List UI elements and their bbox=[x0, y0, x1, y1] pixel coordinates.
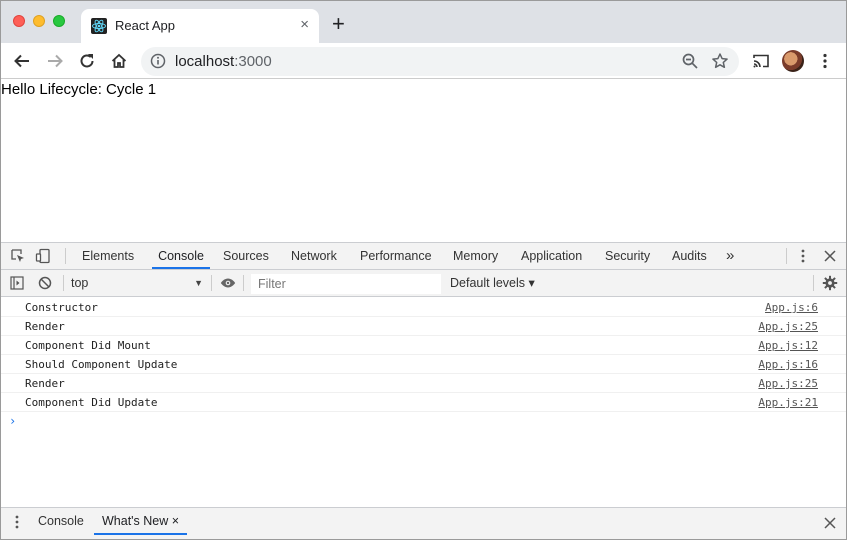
info-icon[interactable] bbox=[150, 53, 166, 74]
devtools-drawer: Console What's New × bbox=[1, 507, 846, 539]
device-toolbar-icon[interactable] bbox=[35, 248, 51, 264]
browser-toolbar: localhost:3000 bbox=[1, 43, 846, 79]
profile-avatar[interactable] bbox=[782, 50, 804, 72]
source-link[interactable]: App.js:12 bbox=[758, 339, 818, 352]
message-text: Component Did Mount bbox=[25, 339, 151, 352]
toolbar-divider bbox=[63, 275, 64, 291]
console-message: Render App.js:25 bbox=[1, 374, 846, 393]
console-toolbar: top ▼ Default levels ▾ bbox=[1, 270, 846, 297]
close-drawer-tab-icon[interactable]: × bbox=[172, 514, 179, 528]
react-logo-icon bbox=[91, 18, 107, 34]
tab-performance[interactable]: Performance bbox=[358, 243, 434, 269]
inspect-element-icon[interactable] bbox=[10, 248, 26, 264]
tab-network[interactable]: Network bbox=[289, 243, 339, 269]
tab-application[interactable]: Application bbox=[519, 243, 584, 269]
tab-title: React App bbox=[115, 18, 175, 33]
cast-icon bbox=[753, 54, 769, 68]
zoom-icon[interactable] bbox=[681, 52, 699, 75]
close-devtools-icon[interactable] bbox=[822, 248, 838, 264]
context-value: top bbox=[71, 276, 89, 290]
console-filter-input[interactable] bbox=[251, 274, 441, 294]
url-port: :3000 bbox=[234, 53, 272, 70]
drawer-tab-label: What's New bbox=[102, 514, 169, 528]
toolbar-divider bbox=[243, 275, 244, 291]
cast-button[interactable] bbox=[749, 49, 773, 73]
home-icon bbox=[111, 53, 127, 68]
page-viewport: Hello Lifecycle: Cycle 1 bbox=[1, 80, 846, 242]
console-prompt[interactable]: › bbox=[9, 414, 16, 428]
context-selector[interactable]: top ▼ bbox=[71, 274, 209, 293]
forward-arrow-icon bbox=[48, 54, 63, 68]
back-button[interactable] bbox=[10, 49, 34, 73]
reload-button[interactable] bbox=[75, 49, 99, 73]
tab-console[interactable]: Console bbox=[152, 243, 210, 269]
tab-strip: React App × + bbox=[1, 1, 846, 43]
new-tab-button[interactable]: + bbox=[332, 13, 345, 35]
tab-audits[interactable]: Audits bbox=[670, 243, 709, 269]
console-message: Should Component Update App.js:16 bbox=[1, 355, 846, 374]
tab-memory[interactable]: Memory bbox=[451, 243, 500, 269]
browser-tab[interactable]: React App × bbox=[81, 9, 319, 43]
kebab-menu-icon bbox=[823, 53, 827, 69]
console-message: Component Did Mount App.js:12 bbox=[1, 336, 846, 355]
forward-button[interactable] bbox=[43, 49, 67, 73]
message-text: Constructor bbox=[25, 301, 98, 314]
message-text: Should Component Update bbox=[25, 358, 178, 371]
toolbar-divider bbox=[65, 248, 66, 264]
toolbar-divider bbox=[813, 275, 814, 291]
close-window-button[interactable] bbox=[13, 15, 25, 27]
toolbar-divider bbox=[786, 248, 787, 264]
zoom-window-button[interactable] bbox=[53, 15, 65, 27]
source-link[interactable]: App.js:16 bbox=[758, 358, 818, 371]
console-settings-gear-icon[interactable] bbox=[822, 275, 838, 291]
drawer-tab-console[interactable]: Console bbox=[38, 508, 84, 535]
close-drawer-icon[interactable] bbox=[822, 515, 838, 531]
live-expression-eye-icon[interactable] bbox=[220, 275, 236, 291]
browser-menu-button[interactable] bbox=[813, 49, 837, 73]
console-message: Component Did Update App.js:21 bbox=[1, 393, 846, 412]
console-message: Constructor App.js:6 bbox=[1, 298, 846, 317]
message-text: Render bbox=[25, 320, 65, 333]
source-link[interactable]: App.js:6 bbox=[765, 301, 818, 314]
dropdown-arrow-icon: ▼ bbox=[194, 278, 203, 288]
console-messages: Constructor App.js:6 Render App.js:25 Co… bbox=[1, 298, 846, 428]
console-message: Render App.js:25 bbox=[1, 317, 846, 336]
url-text: localhost:3000 bbox=[175, 53, 272, 70]
tab-close-icon[interactable]: × bbox=[300, 17, 309, 33]
message-text: Render bbox=[25, 377, 65, 390]
devtools-menu-icon[interactable] bbox=[795, 248, 811, 264]
drawer-tab-whats-new[interactable]: What's New × bbox=[94, 508, 188, 535]
tab-elements[interactable]: Elements bbox=[80, 243, 136, 269]
page-text: Hello Lifecycle: Cycle 1 bbox=[1, 81, 157, 98]
tab-sources[interactable]: Sources bbox=[221, 243, 271, 269]
message-text: Component Did Update bbox=[25, 396, 158, 409]
show-sidebar-icon[interactable] bbox=[9, 275, 25, 291]
log-levels-dropdown[interactable]: Default levels ▾ bbox=[450, 275, 535, 290]
source-link[interactable]: App.js:25 bbox=[758, 320, 818, 333]
toolbar-divider bbox=[211, 275, 212, 291]
url-host: localhost bbox=[175, 53, 235, 70]
minimize-window-button[interactable] bbox=[33, 15, 45, 27]
more-tabs-button[interactable]: » bbox=[724, 243, 736, 269]
clear-console-icon[interactable] bbox=[37, 275, 53, 291]
drawer-menu-icon[interactable] bbox=[9, 514, 25, 530]
devtools-tab-bar: Elements Console Sources Network Perform… bbox=[1, 243, 846, 270]
source-link[interactable]: App.js:25 bbox=[758, 377, 818, 390]
devtools-panel: Elements Console Sources Network Perform… bbox=[1, 242, 846, 539]
tab-security[interactable]: Security bbox=[603, 243, 652, 269]
reload-icon bbox=[80, 54, 94, 68]
source-link[interactable]: App.js:21 bbox=[758, 396, 818, 409]
back-arrow-icon bbox=[14, 54, 29, 68]
home-button[interactable] bbox=[107, 49, 131, 73]
address-bar[interactable]: localhost:3000 bbox=[141, 47, 739, 76]
bookmark-star-icon[interactable] bbox=[711, 52, 729, 75]
